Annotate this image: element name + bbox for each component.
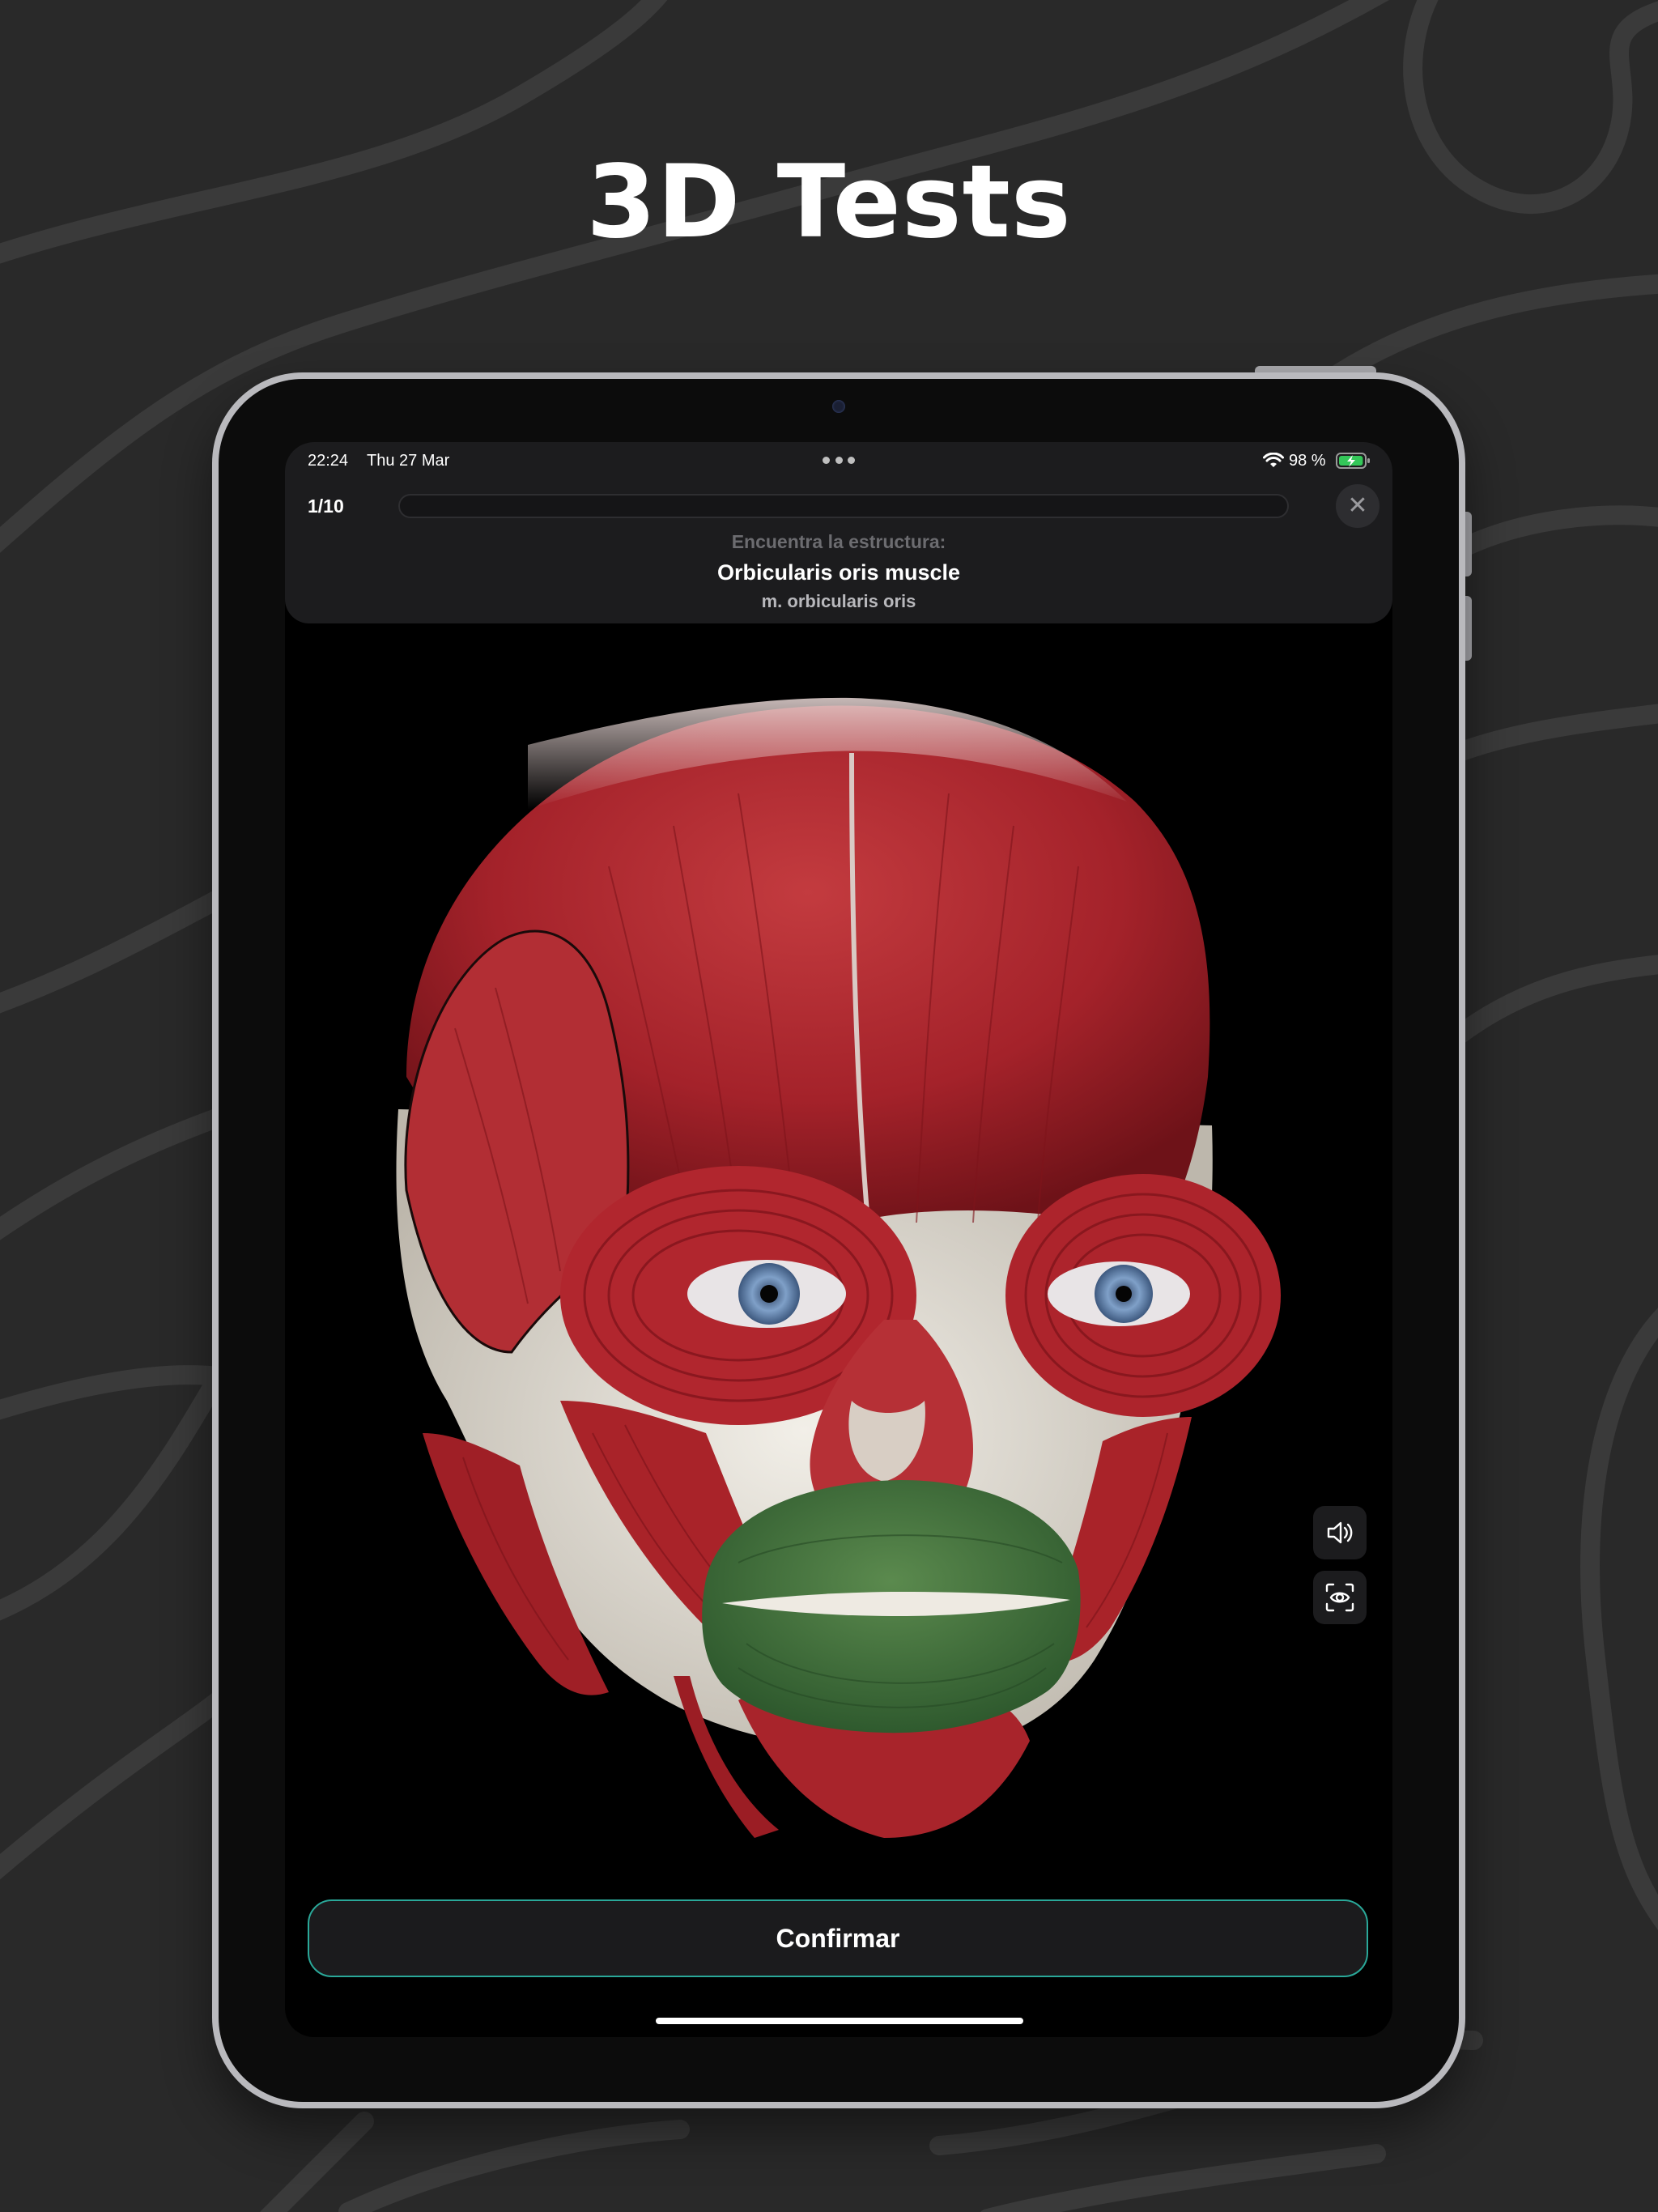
structure-latin-name: m. orbicularis oris: [761, 591, 916, 611]
multitasking-dots-icon[interactable]: [823, 457, 855, 465]
orbicularis-oris-highlighted[interactable]: [702, 1480, 1081, 1733]
3d-model-viewport[interactable]: [285, 623, 1392, 2037]
wifi-icon: [1263, 453, 1284, 467]
battery-percentage: 98 %: [1289, 452, 1326, 470]
structure-name: Orbicularis oris muscle: [716, 560, 961, 585]
speaker-icon: [1327, 1521, 1353, 1544]
confirm-button[interactable]: Confirmar: [308, 1899, 1368, 1977]
promo-canvas: 3D Tests 22:24 Thu 27 Mar 98 % 1/10 ✕ En…: [0, 0, 1658, 2212]
reveal-structure-button[interactable]: [1313, 1571, 1367, 1624]
eye-scan-icon: [1325, 1583, 1354, 1612]
quiz-header-panel: 22:24 Thu 27 Mar 98 % 1/10 ✕ Encuentra l…: [285, 442, 1392, 623]
app-screen: 22:24 Thu 27 Mar 98 % 1/10 ✕ Encuentra l…: [285, 442, 1392, 2037]
battery-charging-icon: [1336, 453, 1370, 469]
quiz-progress-bar: [398, 494, 1289, 518]
close-button[interactable]: ✕: [1336, 484, 1380, 528]
audio-button[interactable]: [1313, 1506, 1367, 1559]
status-time: 22:24: [308, 452, 349, 470]
promo-title: 3D Tests: [586, 144, 1072, 261]
question-counter: 1/10: [308, 496, 344, 517]
close-icon: ✕: [1347, 492, 1368, 519]
status-bar: 22:24 Thu 27 Mar 98 %: [285, 442, 1392, 478]
home-indicator[interactable]: [656, 2018, 1023, 2024]
status-date: Thu 27 Mar: [367, 452, 450, 470]
front-camera: [832, 400, 845, 413]
find-structure-prompt: Encuentra la estructura:: [731, 531, 946, 552]
